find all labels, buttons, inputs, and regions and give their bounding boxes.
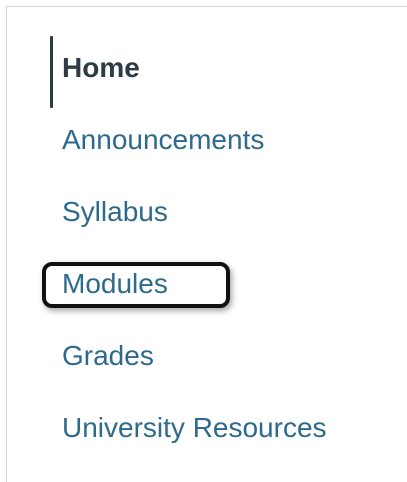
nav-item-syllabus: Syllabus	[50, 176, 390, 248]
nav-item-university-resources: University Resources	[50, 392, 390, 464]
panel-border-top	[6, 6, 407, 7]
nav-link-grades[interactable]: Grades	[50, 338, 154, 374]
nav-item-home: Home	[50, 32, 390, 108]
nav-link-home[interactable]: Home	[50, 50, 140, 86]
nav-link-announcements[interactable]: Announcements	[50, 122, 264, 158]
nav-item-grades: Grades	[50, 320, 390, 392]
course-navigation-panel: Home Announcements Syllabus Modules Grad…	[0, 0, 407, 482]
nav-link-university-resources[interactable]: University Resources	[50, 410, 327, 446]
course-nav-list: Home Announcements Syllabus Modules Grad…	[42, 32, 390, 464]
nav-link-modules[interactable]: Modules	[50, 266, 168, 302]
nav-link-syllabus[interactable]: Syllabus	[50, 194, 168, 230]
panel-border-left	[6, 6, 7, 482]
nav-item-announcements: Announcements	[50, 104, 390, 176]
nav-item-modules: Modules	[42, 248, 390, 320]
